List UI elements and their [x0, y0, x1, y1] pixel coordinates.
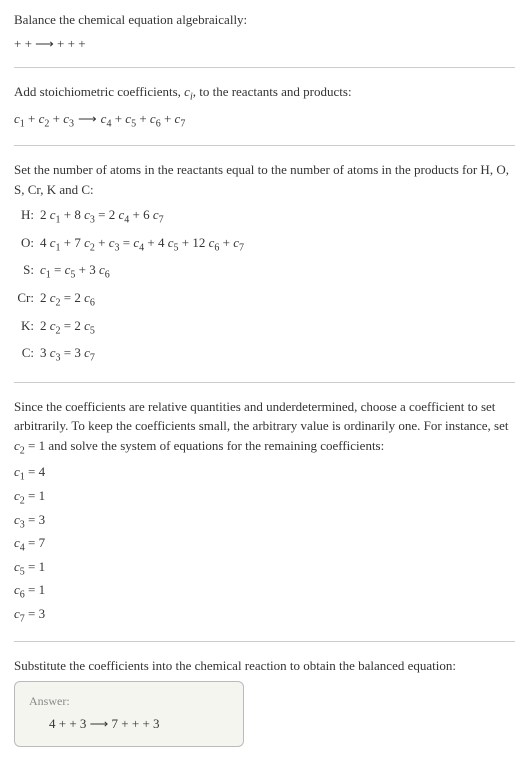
atom-row: H:2 c1 + 8 c3 = 2 c4 + 6 c7 [14, 203, 515, 230]
atom-label: S: [14, 260, 40, 280]
under-text-a: Since the coefficients are relative quan… [14, 399, 509, 434]
coef-eq: = 1 [25, 488, 45, 503]
plus: + [111, 111, 125, 126]
intro-equation: + + ⟶ + + + [14, 34, 515, 54]
eq-text: 3 [40, 345, 50, 360]
atoms-section: Set the number of atoms in the reactants… [14, 160, 515, 368]
coef-row: c6 = 1 [14, 580, 515, 603]
eq-text: = [120, 235, 134, 250]
divider [14, 641, 515, 642]
underdetermined-text: Since the coefficients are relative quan… [14, 397, 515, 459]
intro-title: Balance the chemical equation algebraica… [14, 10, 515, 30]
eq-sub: 7 [239, 242, 244, 253]
atom-equation: 2 c1 + 8 c3 = 2 c4 + 6 c7 [40, 205, 515, 228]
stoich-text-a: Add stoichiometric coefficients, [14, 84, 184, 99]
divider [14, 145, 515, 146]
atom-row: C:3 c3 = 3 c7 [14, 341, 515, 368]
eq-text: + 12 [179, 235, 209, 250]
coef-eq: = 7 [25, 535, 45, 550]
plus: + [161, 111, 175, 126]
answer-equation: 4 + + 3 ⟶ 7 + + + 3 [29, 714, 229, 734]
coef-row: c2 = 1 [14, 486, 515, 509]
plus: + [49, 111, 63, 126]
atom-equation: 2 c2 = 2 c6 [40, 288, 515, 311]
atom-row: O:4 c1 + 7 c2 + c3 = c4 + 4 c5 + 12 c6 +… [14, 231, 515, 258]
eq-text: + [95, 235, 109, 250]
stoich-equation: c1 + c2 + c3 ⟶ c4 + c5 + c6 + c7 [14, 109, 515, 132]
coef-eq: = 4 [25, 464, 45, 479]
eq-text: + 7 [61, 235, 85, 250]
under-text-b: = 1 and solve the system of equations fo… [25, 438, 384, 453]
plus: + [136, 111, 150, 126]
coef-row: c7 = 3 [14, 604, 515, 627]
coef-eq: = 1 [25, 559, 45, 574]
coef-eq: = 3 [25, 606, 45, 621]
eq-text: + 3 [75, 262, 99, 277]
coef-row: c1 = 4 [14, 462, 515, 485]
atom-row: K:2 c2 = 2 c5 [14, 314, 515, 341]
eq-text: + 4 [144, 235, 168, 250]
coef-row: c4 = 7 [14, 533, 515, 556]
divider [14, 67, 515, 68]
substitute-text: Substitute the coefficients into the che… [14, 656, 515, 676]
eq-sub: 5 [90, 325, 95, 336]
eq-text: + [219, 235, 233, 250]
atom-table: H:2 c1 + 8 c3 = 2 c4 + 6 c7O:4 c1 + 7 c2… [14, 203, 515, 368]
eq-sub: 7 [159, 215, 164, 226]
atom-label: Cr: [14, 288, 40, 308]
atom-equation: c1 = c5 + 3 c6 [40, 260, 515, 283]
eq-text: 2 [40, 207, 50, 222]
coef-row: c3 = 3 [14, 510, 515, 533]
atoms-text: Set the number of atoms in the reactants… [14, 160, 515, 199]
atom-label: O: [14, 233, 40, 253]
eq-text: = 3 [61, 345, 85, 360]
eq-sub: 6 [90, 298, 95, 309]
eq-text: 4 [40, 235, 50, 250]
underdetermined-section: Since the coefficients are relative quan… [14, 397, 515, 627]
atom-equation: 3 c3 = 3 c7 [40, 343, 515, 366]
stoich-text-b: , to the reactants and products: [193, 84, 352, 99]
atom-label: C: [14, 343, 40, 363]
eq-sub: 7 [90, 353, 95, 364]
atom-row: Cr:2 c2 = 2 c6 [14, 286, 515, 313]
atom-label: K: [14, 316, 40, 336]
divider [14, 382, 515, 383]
coef-eq: = 1 [25, 582, 45, 597]
coef-row: c5 = 1 [14, 557, 515, 580]
eq-text: + 8 [61, 207, 85, 222]
plus: + [25, 111, 39, 126]
eq-sub: 6 [105, 270, 110, 281]
atom-equation: 4 c1 + 7 c2 + c3 = c4 + 4 c5 + 12 c6 + c… [40, 233, 515, 256]
eq-text: 2 [40, 290, 50, 305]
eq-text: = [51, 262, 65, 277]
answer-label: Answer: [29, 692, 229, 710]
coef-eq: = 3 [25, 512, 45, 527]
stoich-section: Add stoichiometric coefficients, ci, to … [14, 82, 515, 131]
coef-list: c1 = 4c2 = 1c3 = 3c4 = 7c5 = 1c6 = 1c7 =… [14, 462, 515, 626]
arrow: ⟶ [74, 109, 101, 129]
eq-text: = 2 [95, 207, 119, 222]
substitute-section: Substitute the coefficients into the che… [14, 656, 515, 747]
eq-text: = 2 [61, 318, 85, 333]
eq-text: + 6 [129, 207, 153, 222]
eq-text: 2 [40, 318, 50, 333]
atom-row: S:c1 = c5 + 3 c6 [14, 258, 515, 285]
answer-box: Answer: 4 + + 3 ⟶ 7 + + + 3 [14, 681, 244, 747]
eq-text: = 2 [61, 290, 85, 305]
intro-section: Balance the chemical equation algebraica… [14, 10, 515, 53]
atom-label: H: [14, 205, 40, 225]
atom-equation: 2 c2 = 2 c5 [40, 316, 515, 339]
coef-sub: 7 [180, 118, 185, 129]
stoich-text: Add stoichiometric coefficients, ci, to … [14, 82, 515, 105]
